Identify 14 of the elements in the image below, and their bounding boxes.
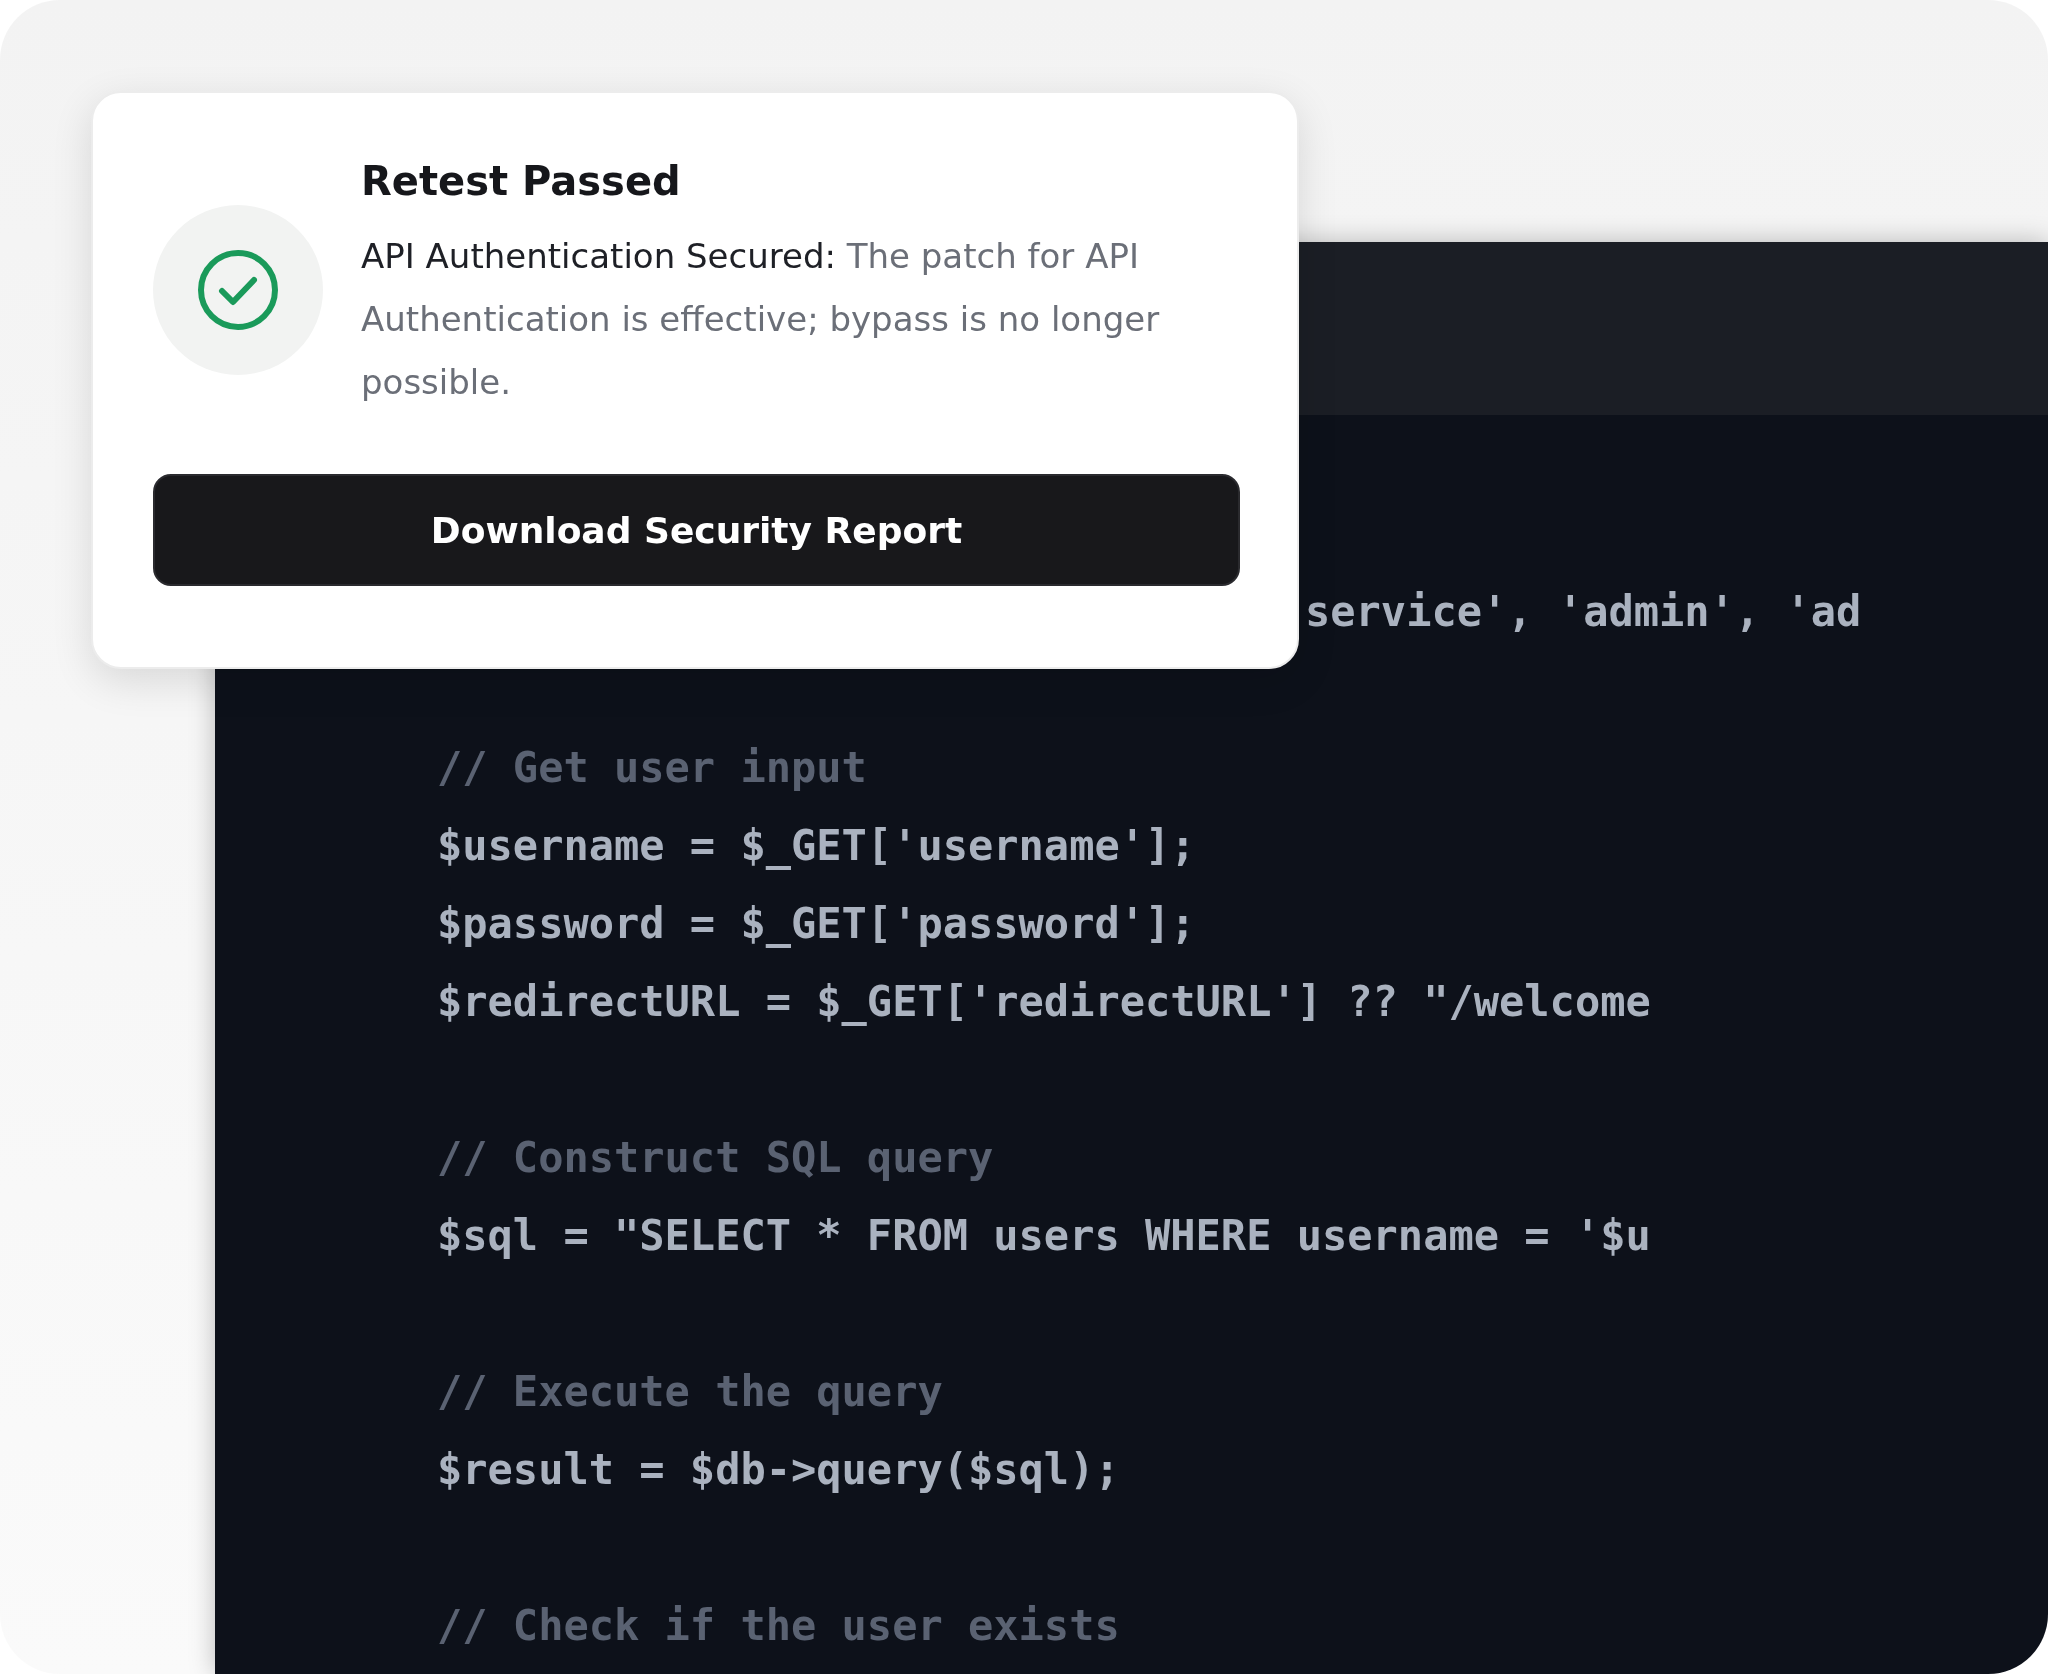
notification-title: Retest Passed bbox=[361, 157, 682, 206]
download-report-button[interactable]: Download Security Report bbox=[153, 474, 1240, 586]
code-line: $result = $db->query($sql); bbox=[437, 1444, 1121, 1496]
code-comment: // Construct SQL query bbox=[437, 1132, 995, 1184]
notification-message: API Authentication Secured: The patch for API Authentication is effective; bypass is no longer possible. bbox=[361, 235, 1161, 404]
code-line: $redirectURL = $_GET['redirectURL'] ?? "/welcome bbox=[437, 976, 1652, 1028]
check-circle-icon bbox=[197, 249, 279, 331]
code-line: $username = $_GET['username']; bbox=[437, 820, 1197, 872]
code-line: $password = $_GET['password']; bbox=[437, 898, 1197, 950]
code-comment: // Check if the user exists bbox=[437, 1600, 1121, 1652]
code-comment: // Execute the query bbox=[437, 1366, 944, 1418]
code-comment: // Get user input bbox=[437, 742, 868, 794]
code-line: $sql = "SELECT * FROM users WHERE username = '$u bbox=[437, 1210, 1652, 1262]
code-line: service', 'admin', 'ad bbox=[1304, 586, 1863, 638]
